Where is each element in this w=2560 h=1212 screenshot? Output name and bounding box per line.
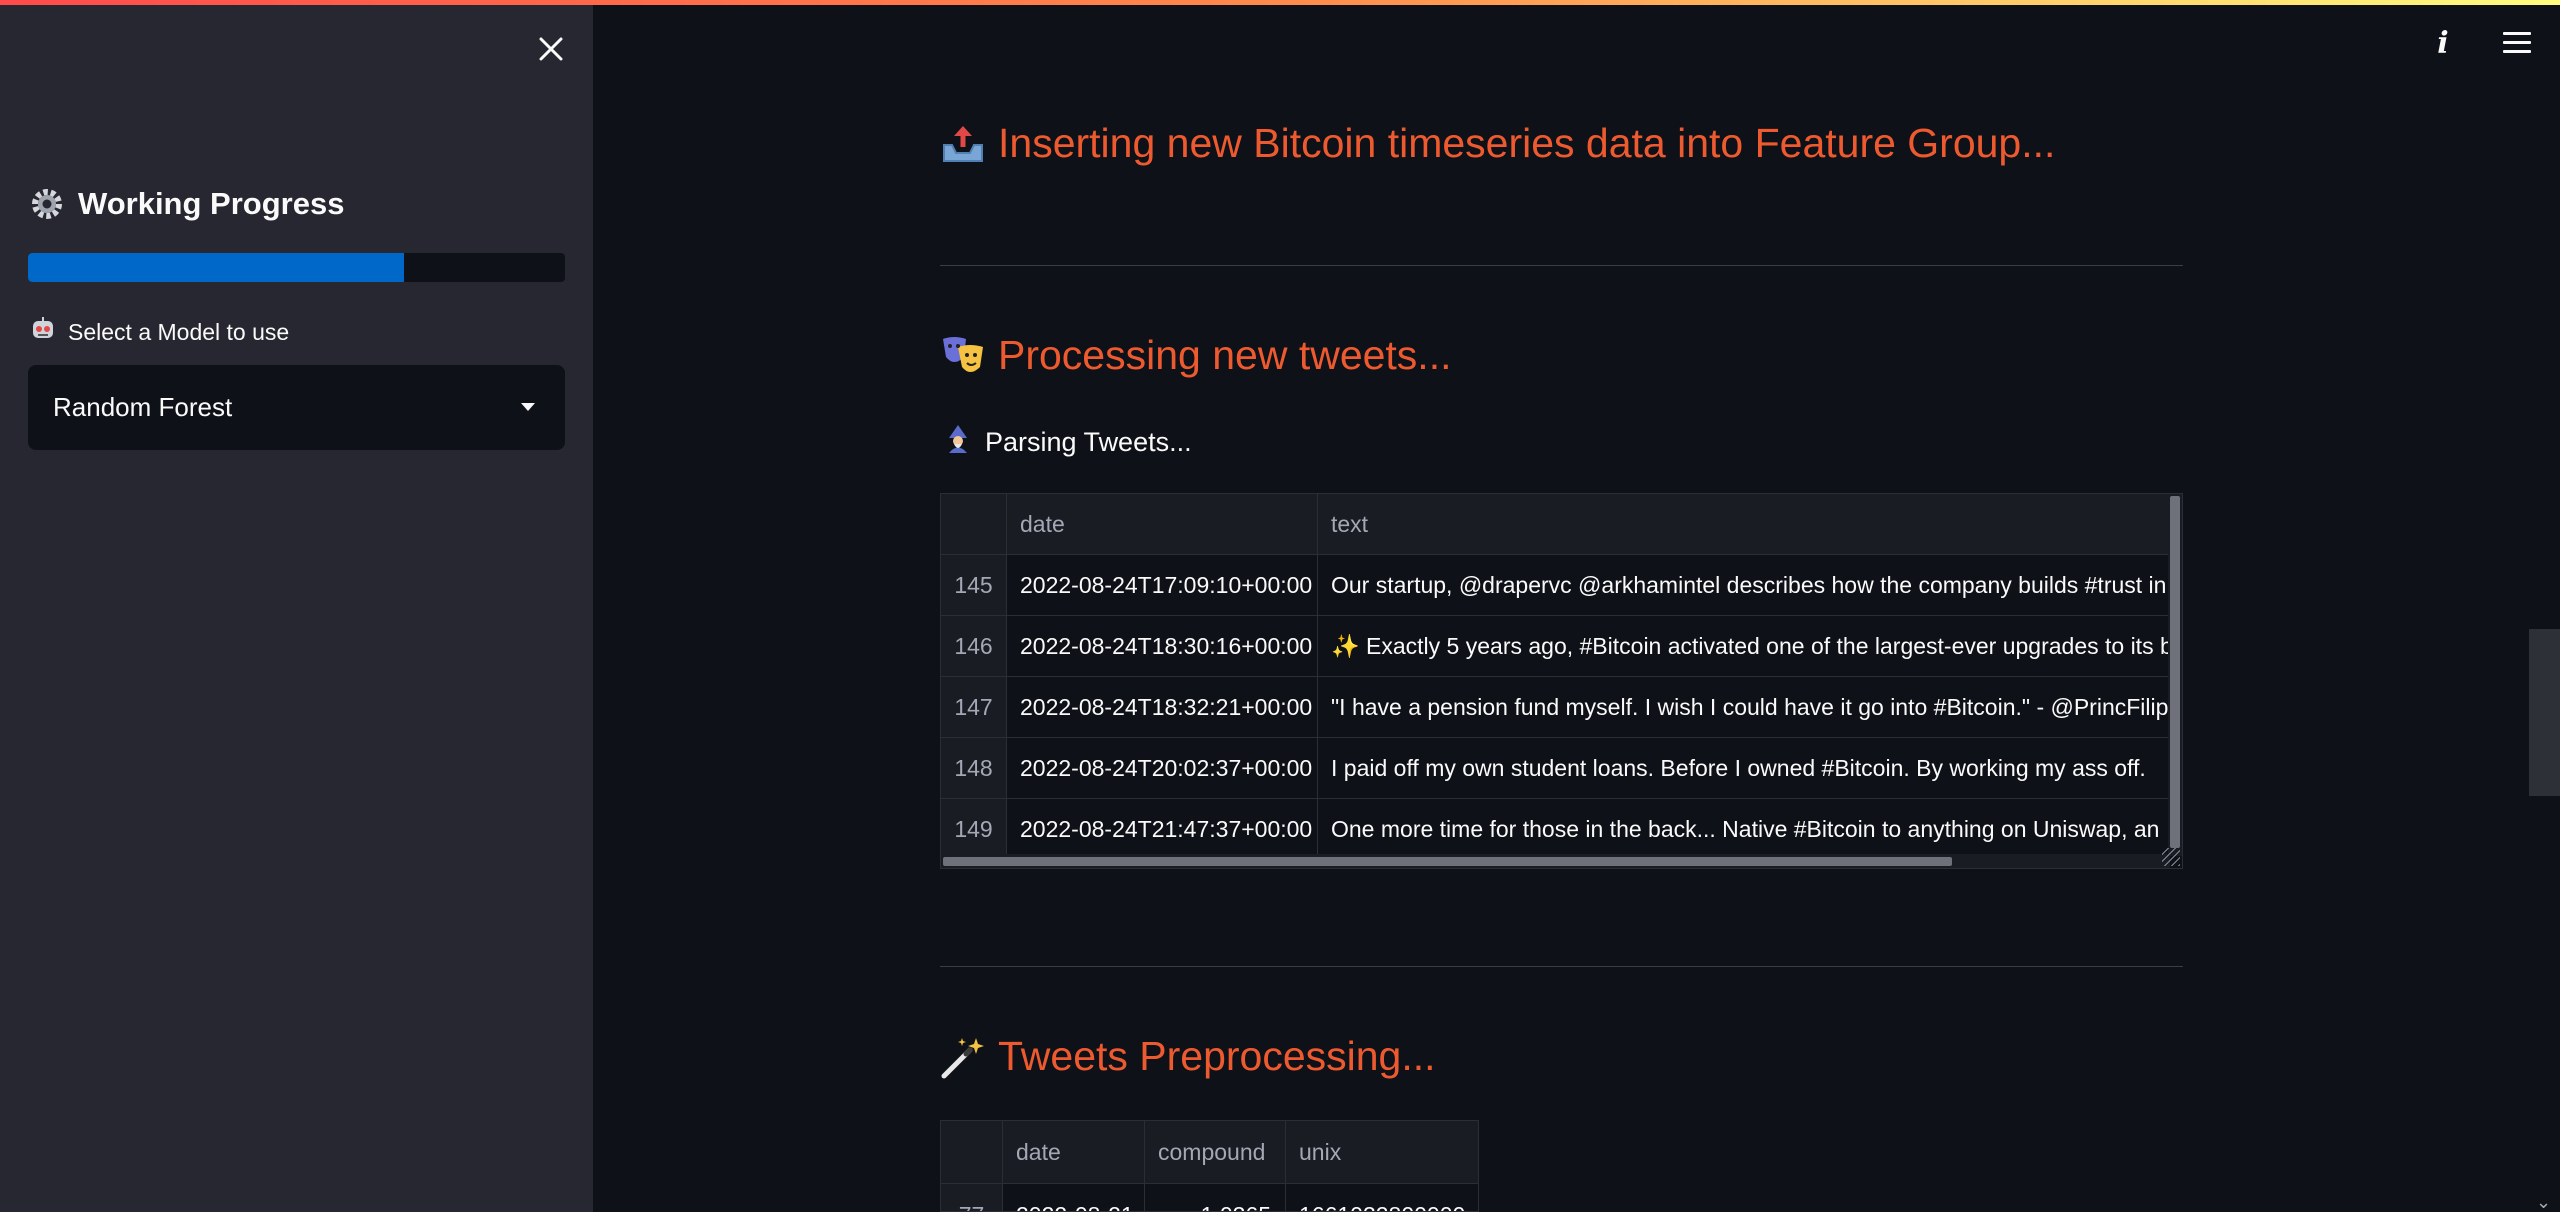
section-preprocessing-heading: Tweets Preprocessing...	[940, 1033, 1436, 1080]
sidebar-title: Working Progress	[30, 186, 344, 222]
model-select[interactable]: Random Forest	[28, 365, 565, 450]
table-vertical-scrollbar[interactable]	[2168, 494, 2182, 856]
chevron-down-icon	[521, 403, 535, 411]
table-row[interactable]: 146 2022-08-24T18:30:16+00:00 ✨ Exactly …	[941, 616, 2170, 677]
hamburger-menu-icon[interactable]	[2500, 28, 2534, 58]
cell-unix[interactable]: 1661032800000	[1286, 1184, 1478, 1212]
row-index: 146	[941, 616, 1007, 676]
table-row[interactable]: 145 2022-08-24T17:09:10+00:00 Our startu…	[941, 555, 2170, 616]
row-index: 148	[941, 738, 1007, 798]
main-scrollbar-thumb[interactable]	[2529, 629, 2560, 796]
cell-compound[interactable]: 1.0365	[1145, 1184, 1286, 1211]
table-row[interactable]: 149 2022-08-24T21:47:37+00:00 One more t…	[941, 799, 2170, 860]
table-header-date[interactable]: date	[1007, 494, 1318, 554]
tweets-dataframe[interactable]: date text 145 2022-08-24T17:09:10+00:00 …	[940, 493, 2183, 869]
row-index: 145	[941, 555, 1007, 615]
table-header-text[interactable]: text	[1318, 494, 2170, 554]
section-insert-heading: Inserting new Bitcoin timeseries data in…	[940, 120, 2055, 167]
table-row[interactable]: 148 2022-08-24T20:02:37+00:00 I paid off…	[941, 738, 2170, 799]
table-row[interactable]: 77 2022-08-21 1.0365 1661032800000	[941, 1184, 1478, 1212]
table-header-unix[interactable]: unix	[1286, 1121, 1478, 1183]
progress-bar	[28, 253, 565, 282]
divider	[940, 265, 2183, 266]
table-header-compound[interactable]: compound	[1145, 1121, 1286, 1183]
preprocessing-dataframe[interactable]: date compound unix 77 2022-08-21 1.0365 …	[940, 1120, 1479, 1212]
model-select-label: Select a Model to use	[30, 316, 289, 348]
table-header-row: date text	[941, 494, 2170, 555]
top-decoration-bar	[0, 0, 2560, 5]
table-horizontal-scrollbar[interactable]	[941, 854, 2170, 868]
cell-text[interactable]: "I have a pension fund myself. I wish I …	[1318, 677, 2170, 737]
section-processing-heading: Processing new tweets...	[940, 332, 1451, 379]
progress-bar-fill	[28, 253, 404, 282]
magic-wand-icon	[940, 1034, 986, 1080]
cell-text[interactable]: I paid off my own student loans. Before …	[1318, 738, 2170, 798]
parsing-label-text: Parsing Tweets...	[985, 427, 1192, 457]
row-index: 77	[941, 1184, 1003, 1211]
theater-masks-icon	[940, 333, 986, 379]
table-vertical-scrollbar-thumb[interactable]	[2170, 496, 2180, 848]
section-preprocessing-title: Tweets Preprocessing...	[998, 1033, 1436, 1079]
robot-icon	[30, 316, 56, 348]
cell-text[interactable]: One more time for those in the back... N…	[1318, 799, 2170, 859]
table-header-row: date compound unix	[941, 1121, 1478, 1184]
outbox-tray-icon	[940, 121, 986, 167]
section-insert-title: Inserting new Bitcoin timeseries data in…	[998, 120, 2056, 166]
section-processing-title: Processing new tweets...	[998, 332, 1452, 378]
chevron-down-icon: ⌄	[2536, 1192, 2552, 1212]
cell-date[interactable]: 2022-08-24T18:32:21+00:00	[1007, 677, 1318, 737]
cell-date[interactable]: 2022-08-24T18:30:16+00:00	[1007, 616, 1318, 676]
cell-date[interactable]: 2022-08-24T21:47:37+00:00	[1007, 799, 1318, 859]
cell-date[interactable]: 2022-08-21	[1003, 1184, 1145, 1211]
cell-date[interactable]: 2022-08-24T17:09:10+00:00	[1007, 555, 1318, 615]
resize-handle-icon[interactable]	[2162, 848, 2180, 866]
table-row[interactable]: 147 2022-08-24T18:32:21+00:00 "I have a …	[941, 677, 2170, 738]
main-content: Inserting new Bitcoin timeseries data in…	[940, 0, 2183, 1212]
info-icon[interactable]: i	[2426, 26, 2460, 61]
divider	[940, 966, 2183, 967]
close-icon	[539, 37, 563, 61]
cell-text[interactable]: ✨ Exactly 5 years ago, #Bitcoin activate…	[1318, 616, 2170, 676]
sidebar-title-text: Working Progress	[78, 186, 345, 221]
close-sidebar-button[interactable]	[530, 28, 572, 70]
mage-icon	[943, 424, 973, 461]
sidebar: Working Progress Select a Model to use R…	[0, 0, 593, 1212]
row-index: 149	[941, 799, 1007, 859]
cell-text[interactable]: Our startup, @drapervc @arkhamintel desc…	[1318, 555, 2170, 615]
row-index: 147	[941, 677, 1007, 737]
table-header-index	[941, 494, 1007, 554]
table-header-date[interactable]: date	[1003, 1121, 1145, 1183]
model-select-label-text: Select a Model to use	[68, 318, 290, 345]
gear-icon	[30, 187, 64, 221]
model-select-value: Random Forest	[53, 392, 233, 422]
table-horizontal-scrollbar-thumb[interactable]	[943, 857, 1952, 866]
parsing-label: Parsing Tweets...	[943, 424, 1192, 461]
table-header-index	[941, 1121, 1003, 1183]
cell-date[interactable]: 2022-08-24T20:02:37+00:00	[1007, 738, 1318, 798]
